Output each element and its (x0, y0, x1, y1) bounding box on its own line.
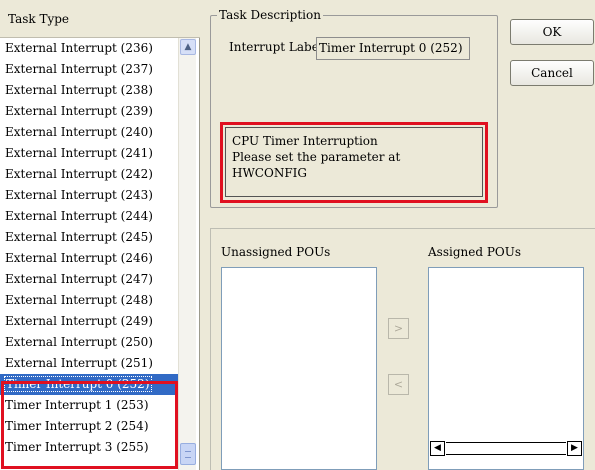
unassign-button[interactable]: < (388, 374, 409, 395)
scroll-thumb[interactable] (180, 443, 196, 465)
cancel-button[interactable]: Cancel (510, 60, 594, 86)
ok-button[interactable]: OK (510, 19, 594, 45)
task-type-header[interactable]: Task Type (0, 0, 200, 38)
list-item[interactable]: External Interrupt (250) (0, 332, 178, 353)
description-line: HWCONFIG (232, 166, 307, 180)
scroll-up-icon[interactable]: ▲ (180, 39, 196, 55)
list-item[interactable]: External Interrupt (244) (0, 206, 178, 227)
scroll-right-icon[interactable]: ▶ (567, 441, 582, 456)
list-item[interactable]: External Interrupt (238) (0, 80, 178, 101)
description-box: CPU Timer Interruption Please set the pa… (225, 127, 483, 197)
hscroll-track[interactable] (446, 442, 566, 455)
list-item[interactable]: External Interrupt (251) (0, 353, 178, 374)
list-item[interactable]: External Interrupt (243) (0, 185, 178, 206)
assign-button[interactable]: > (388, 318, 409, 339)
list-item[interactable]: External Interrupt (240) (0, 122, 178, 143)
task-type-panel: Task Type External Interrupt (236) Exter… (0, 0, 200, 470)
list-item[interactable]: External Interrupt (249) (0, 311, 178, 332)
list-item[interactable]: External Interrupt (242) (0, 164, 178, 185)
task-description-title: Task Description (217, 8, 323, 22)
list-item[interactable]: External Interrupt (237) (0, 59, 178, 80)
list-item[interactable]: External Interrupt (248) (0, 290, 178, 311)
description-line: Please set the parameter at (232, 150, 401, 164)
assigned-pous-title: Assigned POUs (428, 245, 522, 259)
list-item[interactable]: Timer Interrupt 3 (255) (0, 437, 178, 458)
list-item[interactable]: External Interrupt (241) (0, 143, 178, 164)
task-list-scrollbar[interactable]: ▲ (178, 38, 196, 470)
list-item-selected[interactable]: Timer Interrupt 0 (252) (0, 374, 178, 395)
interrupt-value-field: Timer Interrupt 0 (252) (316, 37, 470, 60)
assigned-hscrollbar[interactable]: ◀ ▶ (429, 440, 583, 458)
list-item[interactable]: External Interrupt (246) (0, 248, 178, 269)
task-type-header-label: Task Type (8, 12, 70, 26)
selected-item-label: Timer Interrupt 0 (252) (4, 376, 152, 392)
list-item[interactable]: Timer Interrupt 2 (254) (0, 416, 178, 437)
list-item[interactable]: External Interrupt (245) (0, 227, 178, 248)
list-item[interactable]: External Interrupt (236) (0, 38, 178, 59)
list-item[interactable]: External Interrupt (247) (0, 269, 178, 290)
unassigned-pous-title: Unassigned POUs (221, 245, 331, 259)
scroll-left-icon[interactable]: ◀ (430, 441, 445, 456)
interrupt-label: Interrupt Labe (229, 40, 319, 54)
list-item[interactable]: External Interrupt (239) (0, 101, 178, 122)
description-line: CPU Timer Interruption (232, 134, 378, 148)
unassigned-pous-list[interactable] (221, 267, 377, 470)
list-item[interactable]: Timer Interrupt 1 (253) (0, 395, 178, 416)
task-type-list[interactable]: External Interrupt (236) External Interr… (0, 38, 178, 458)
